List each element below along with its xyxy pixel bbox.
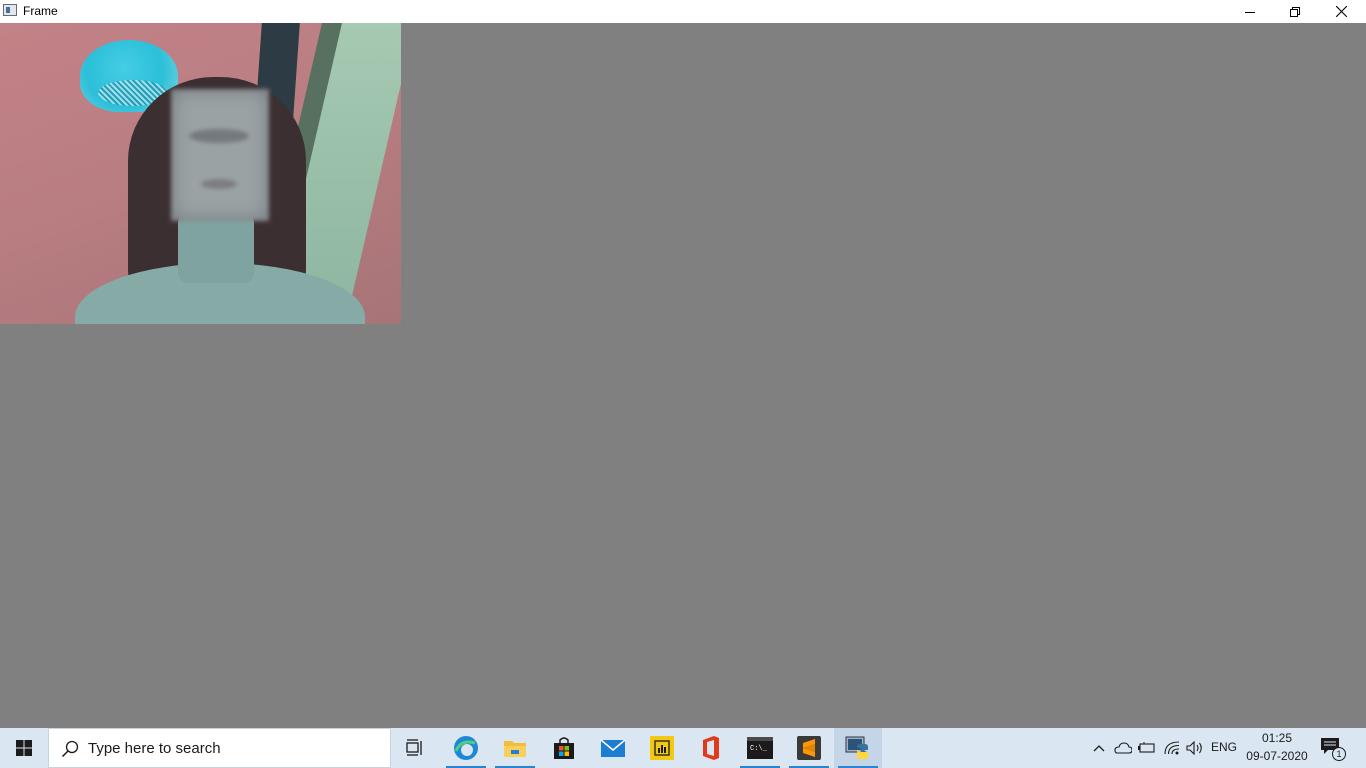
mail-icon <box>600 739 626 757</box>
battery-icon <box>1138 742 1155 753</box>
taskbar-task-view[interactable] <box>392 728 440 768</box>
notification-count-badge: 1 <box>1332 747 1346 761</box>
terminal-icon: C:\_ <box>747 737 773 759</box>
input-language-indicator[interactable]: ENG <box>1211 740 1237 755</box>
webcam-person-neck <box>178 213 254 283</box>
taskbar-file-explorer[interactable] <box>491 728 539 768</box>
taskbar-sublime-text[interactable] <box>785 728 833 768</box>
wifi-icon <box>1164 741 1180 755</box>
start-button[interactable] <box>0 728 48 768</box>
blurred-face-region <box>171 89 269 221</box>
minimize-icon <box>1245 11 1255 13</box>
sublime-icon <box>797 736 821 760</box>
search-icon <box>61 740 79 758</box>
tray-volume[interactable] <box>1184 728 1206 768</box>
webcam-frame <box>0 23 401 324</box>
taskbar-office[interactable] <box>687 728 735 768</box>
tray-wifi[interactable] <box>1161 728 1183 768</box>
close-icon <box>1335 6 1347 17</box>
action-center-button[interactable]: 1 <box>1320 737 1346 761</box>
minimize-button[interactable] <box>1227 0 1273 23</box>
show-hidden-icons-button[interactable] <box>1090 728 1108 768</box>
taskbar-mail[interactable] <box>589 728 637 768</box>
taskbar-command-prompt[interactable]: C:\_ <box>736 728 784 768</box>
close-button[interactable] <box>1318 0 1364 23</box>
clock-time[interactable]: 01:25 <box>1248 731 1306 746</box>
taskbar-python[interactable] <box>834 728 882 768</box>
title-bar: Frame <box>0 0 1366 23</box>
window-title: Frame <box>23 4 58 18</box>
search-placeholder: Type here to search <box>88 740 221 757</box>
taskbar-power-bi[interactable] <box>638 728 686 768</box>
python-icon <box>845 736 868 759</box>
taskbar: Type here to search C:\_ ENG 01:25 09-07… <box>0 728 1366 768</box>
app-window-icon <box>3 4 17 16</box>
folder-icon <box>504 741 526 757</box>
taskbar-microsoft-store[interactable] <box>540 728 588 768</box>
task-view-icon <box>406 739 422 756</box>
store-icon <box>554 737 574 759</box>
taskbar-edge[interactable] <box>442 728 490 768</box>
restore-icon <box>1290 6 1300 17</box>
restore-button[interactable] <box>1272 0 1318 23</box>
office-icon <box>703 736 719 760</box>
taskbar-search-box[interactable]: Type here to search <box>48 728 391 768</box>
tray-onedrive[interactable] <box>1112 728 1134 768</box>
chevron-up-icon <box>1093 745 1105 752</box>
volume-icon <box>1186 741 1202 755</box>
clock-date[interactable]: 09-07-2020 <box>1246 749 1308 764</box>
power-bi-icon <box>650 736 674 760</box>
onedrive-icon <box>1114 742 1132 754</box>
tray-battery[interactable] <box>1136 728 1158 768</box>
svg-text:C:\_: C:\_ <box>750 745 768 753</box>
edge-icon <box>454 736 478 760</box>
windows-logo-icon <box>16 740 32 756</box>
